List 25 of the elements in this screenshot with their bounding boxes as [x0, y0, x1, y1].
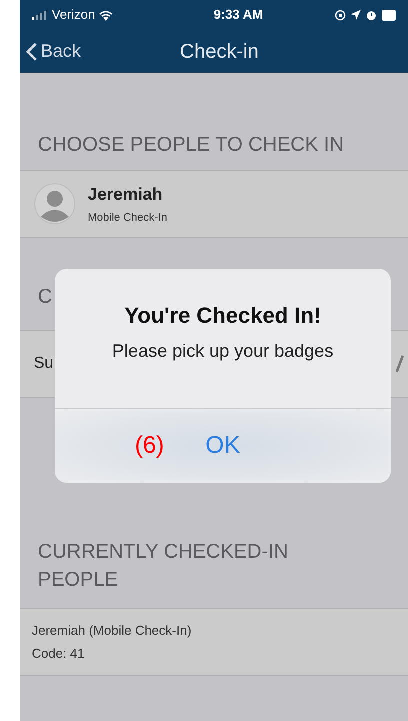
- section-header: CHOOSE PEOPLE TO CHECK IN: [38, 133, 344, 158]
- section-header: CURRENTLY CHECKED-IN PEOPLE: [38, 540, 290, 593]
- slash-icon: [396, 355, 404, 373]
- checked-in-code: Code: 41: [32, 645, 86, 663]
- person-subtitle: Mobile Check-In: [88, 211, 168, 226]
- status-time: 9:33 AM: [212, 6, 264, 24]
- nav-title: Check-in: [180, 40, 259, 64]
- chevron-left-icon: [26, 42, 38, 62]
- checked-in-name: Jeremiah (Mobile Check-In): [32, 622, 193, 640]
- alarm-icon: [366, 10, 377, 20]
- battery-icon: [382, 10, 396, 20]
- annotation-label: (6): [135, 431, 164, 461]
- carrier-name: Verizon: [52, 6, 96, 24]
- alert-message: Please pick up your badges: [112, 340, 334, 363]
- person-name: Jeremiah: [88, 184, 164, 206]
- signal-icon: [32, 10, 48, 20]
- row-label: Su: [34, 354, 54, 374]
- alert-title: You're Checked In!: [124, 302, 322, 330]
- wifi-icon: [99, 10, 114, 20]
- section-header: C: [38, 285, 52, 310]
- location-icon: [351, 10, 361, 20]
- lock-rotation-icon: [335, 10, 346, 20]
- avatar-icon: [34, 183, 76, 225]
- back-button[interactable]: Back: [20, 38, 82, 65]
- person-row[interactable]: Jeremiah Mobile Check-In: [20, 170, 408, 238]
